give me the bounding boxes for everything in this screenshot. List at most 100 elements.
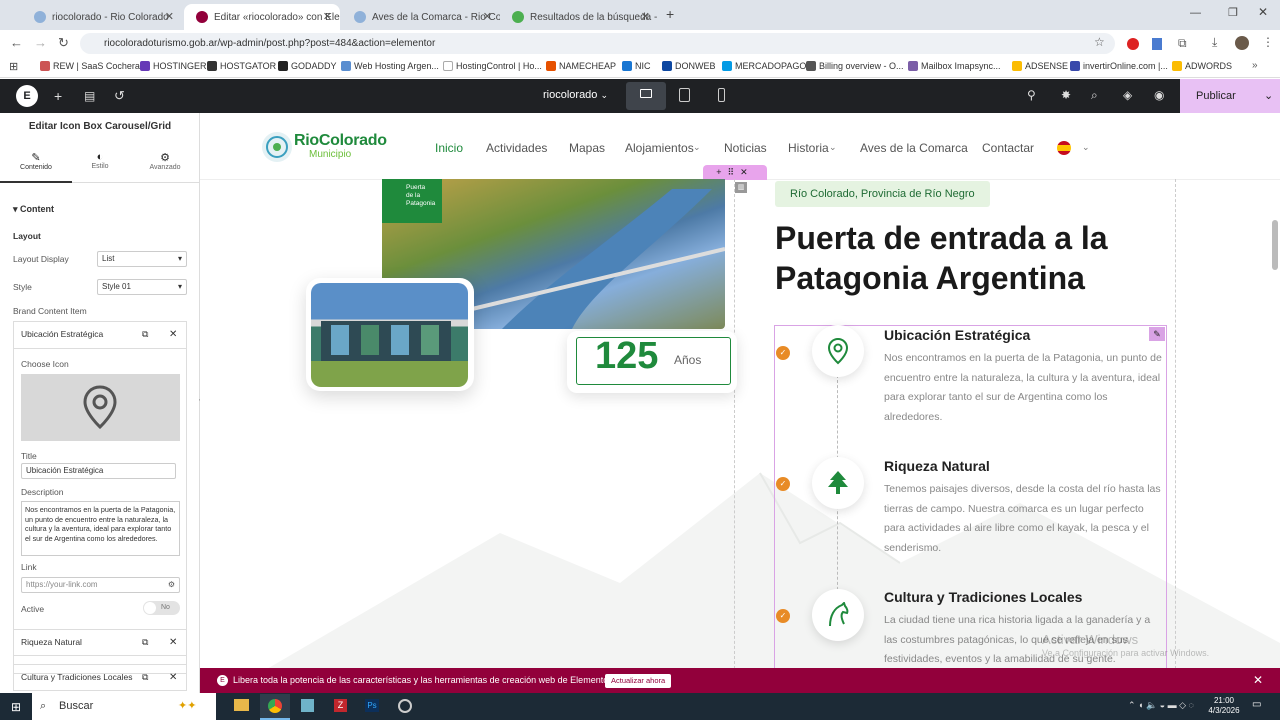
bookmark-item[interactable]: NAMECHEAP bbox=[546, 61, 616, 71]
page-scrollbar[interactable] bbox=[1272, 220, 1278, 270]
clock[interactable]: 21:00 4/3/2026 bbox=[1206, 696, 1242, 716]
structure-icon[interactable]: ◈ bbox=[1123, 88, 1132, 102]
bookmark-item[interactable]: NIC bbox=[622, 61, 651, 71]
restore-icon[interactable]: ❐ bbox=[1228, 6, 1238, 19]
close-icon[interactable]: ✕ bbox=[641, 10, 650, 23]
duplicate-icon[interactable]: ⧉ bbox=[142, 630, 148, 655]
bookmark-item[interactable]: GODADDY bbox=[278, 61, 337, 71]
windows-start-icon[interactable]: ⊞ bbox=[11, 700, 21, 714]
more-bookmarks-icon[interactable]: » bbox=[1252, 60, 1258, 71]
nav-inicio[interactable]: Inicio bbox=[435, 141, 463, 155]
bookmark-item[interactable]: HOSTGATOR bbox=[207, 61, 276, 71]
building-photo[interactable] bbox=[311, 283, 468, 387]
section-toggle[interactable]: ▾ Content bbox=[13, 204, 54, 215]
tab-estilo[interactable]: ◐ Estilo bbox=[66, 143, 134, 183]
tab-avanzado[interactable]: ⚙ Avanzado bbox=[130, 143, 200, 183]
browser-tab[interactable]: Resultados de la búsqueda - Go✕ bbox=[500, 4, 658, 30]
link-settings-gear-icon[interactable]: ⚙ bbox=[168, 578, 175, 592]
bookmark-item[interactable]: HostingControl | Ho... bbox=[443, 61, 542, 71]
style-select[interactable]: Style 01 ▾ bbox=[97, 279, 187, 295]
browser-tab[interactable]: Aves de la Comarca - Rio Colo ✕ bbox=[342, 4, 500, 30]
avatar[interactable] bbox=[1235, 36, 1249, 50]
file-explorer-icon[interactable] bbox=[234, 699, 249, 711]
description-textarea[interactable]: Nos encontramos en la puerta de la Patag… bbox=[21, 501, 180, 556]
filezilla-icon[interactable]: Z bbox=[334, 699, 347, 712]
taskbar-search-input[interactable]: ⌕ Buscar ✦✦ bbox=[32, 693, 216, 720]
browser-tab-active[interactable]: Editar «riocolorado» con Eleme ✕ bbox=[184, 4, 340, 30]
url-field[interactable]: riocoloradoturismo.gob.ar/wp-admin/post.… bbox=[80, 33, 1115, 54]
download-icon[interactable]: ⤓ bbox=[1212, 35, 1217, 50]
nav-alojamientos[interactable]: Alojamientos bbox=[625, 141, 694, 155]
duplicate-icon[interactable]: ⧉ bbox=[142, 665, 148, 690]
bookmark-item[interactable]: ADSENSE bbox=[1012, 61, 1068, 71]
bookmark-item[interactable]: DONWEB bbox=[662, 61, 716, 71]
apps-grid-icon[interactable]: ⊞ bbox=[9, 60, 18, 73]
mobile-view-icon[interactable] bbox=[718, 88, 725, 102]
logo-mark-icon[interactable] bbox=[262, 132, 292, 162]
bookmark-item[interactable]: invertirOnline.com |... bbox=[1070, 61, 1168, 71]
close-icon[interactable]: ✕ bbox=[165, 10, 174, 23]
app-icon[interactable] bbox=[301, 699, 314, 712]
new-tab-icon[interactable]: + bbox=[666, 6, 674, 22]
column-handle-icon[interactable]: ▥ bbox=[735, 182, 747, 193]
close-icon[interactable]: ✕ bbox=[1253, 668, 1263, 693]
close-icon[interactable]: ✕ bbox=[323, 10, 332, 23]
nav-actividades[interactable]: Actividades bbox=[486, 141, 547, 155]
add-element-icon[interactable]: + bbox=[54, 88, 62, 104]
repeater-item-cultura[interactable]: Cultura y Tradiciones Locales ⧉ ✕ bbox=[13, 664, 187, 691]
link-input[interactable]: https://your-link.com ⚙ bbox=[21, 577, 180, 593]
extension-icon[interactable] bbox=[1127, 38, 1139, 50]
app-icon[interactable] bbox=[398, 699, 412, 713]
tab-contenido[interactable]: ✎ Contenido bbox=[0, 143, 72, 183]
active-toggle[interactable]: No bbox=[143, 601, 180, 615]
section-handle[interactable]: +⠿✕ bbox=[703, 165, 767, 180]
notifications-icon[interactable]: ▭ bbox=[1252, 699, 1261, 710]
chevron-down-icon[interactable]: ⌄ bbox=[1264, 79, 1273, 113]
extensions-puzzle-icon[interactable]: ⧉ bbox=[1178, 36, 1187, 51]
repeater-item-riqueza[interactable]: Riqueza Natural ⧉ ✕ bbox=[13, 629, 187, 656]
chevron-down-icon[interactable]: ⌄ bbox=[1082, 142, 1090, 153]
search-icon[interactable]: ⌕ bbox=[1091, 88, 1098, 103]
notes-icon[interactable]: ✸ bbox=[1061, 88, 1071, 102]
close-window-icon[interactable]: ✕ bbox=[1258, 5, 1268, 19]
photoshop-icon[interactable]: Ps bbox=[365, 699, 379, 712]
spain-flag-icon[interactable] bbox=[1057, 141, 1071, 155]
tablet-view-icon[interactable] bbox=[679, 88, 690, 102]
nav-contactar[interactable]: Contactar bbox=[982, 141, 1034, 155]
minimize-icon[interactable]: — bbox=[1190, 7, 1201, 19]
back-icon[interactable]: ← bbox=[10, 35, 23, 50]
bookmark-item[interactable]: Mailbox Imapsync... bbox=[908, 61, 1001, 71]
bookmark-item[interactable]: REW | SaaS Cocheras bbox=[40, 61, 144, 71]
chrome-taskbar-item[interactable] bbox=[260, 694, 290, 720]
remove-icon[interactable]: ✕ bbox=[169, 665, 177, 690]
system-tray-icons[interactable]: ⌃ ◖ 🔈 ◒ ▬ ◇ ◌ bbox=[1128, 700, 1194, 711]
reload-icon[interactable]: ↻ bbox=[58, 35, 69, 51]
nav-aves[interactable]: Aves de la Comarca bbox=[860, 141, 968, 155]
publish-button[interactable]: Publicar ⌄ bbox=[1180, 79, 1280, 113]
history-icon[interactable]: ↺ bbox=[114, 88, 125, 104]
layout-display-select[interactable]: List ▾ bbox=[97, 251, 187, 267]
bookmark-item[interactable]: Billing overview - O... bbox=[806, 61, 904, 71]
bookmark-item[interactable]: MERCADOPAGO bbox=[722, 61, 806, 71]
title-input[interactable]: Ubicación Estratégica bbox=[21, 463, 176, 479]
site-name[interactable]: riocolorado ⌄ bbox=[543, 89, 608, 101]
menu-icon[interactable]: ⋮ bbox=[1262, 35, 1274, 49]
close-icon[interactable]: ✕ bbox=[483, 10, 492, 23]
nav-historia[interactable]: Historia bbox=[788, 141, 829, 155]
remove-icon[interactable]: ✕ bbox=[169, 322, 177, 347]
upgrade-button[interactable]: Actualizar ahora bbox=[605, 674, 672, 688]
bookmark-item[interactable]: HOSTINGER bbox=[140, 61, 207, 71]
theme-builder-icon[interactable]: ⚲ bbox=[1027, 88, 1036, 102]
bookmark-item[interactable]: ADWORDS bbox=[1172, 61, 1232, 71]
desktop-view-button[interactable] bbox=[626, 82, 666, 110]
repeater-item-ubicacion[interactable]: Ubicación Estratégica ⧉ ✕ bbox=[13, 321, 187, 349]
logo-text[interactable]: RioColorado bbox=[294, 132, 387, 150]
duplicate-icon[interactable]: ⧉ bbox=[142, 322, 148, 347]
elementor-logo-icon[interactable]: E bbox=[16, 85, 38, 107]
nav-mapas[interactable]: Mapas bbox=[569, 141, 605, 155]
browser-tab[interactable]: riocolorado - Rio Colorado ✕ bbox=[22, 4, 182, 30]
preview-eye-icon[interactable]: ◉ bbox=[1154, 88, 1164, 102]
page-settings-icon[interactable]: ▤ bbox=[84, 89, 95, 103]
remove-icon[interactable]: ✕ bbox=[169, 630, 177, 655]
bookmark-item[interactable]: Web Hosting Argen... bbox=[341, 61, 439, 71]
